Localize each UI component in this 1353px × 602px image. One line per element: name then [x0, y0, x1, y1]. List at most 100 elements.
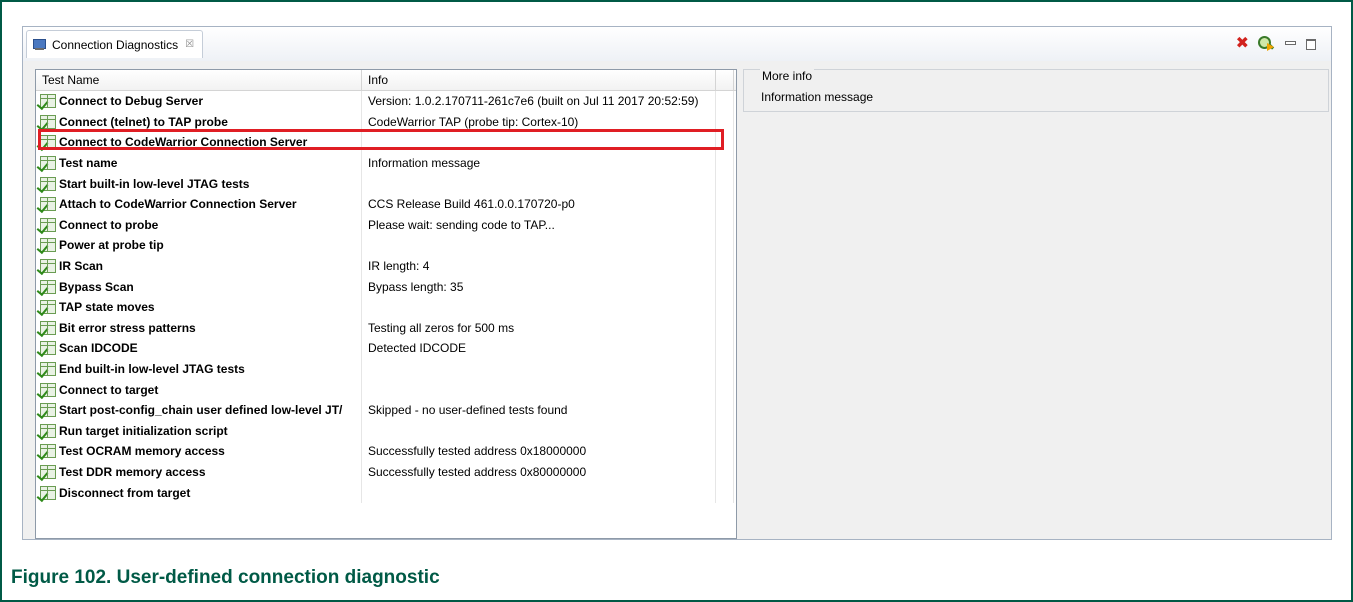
info-cell: IR length: 4	[362, 255, 716, 277]
filler-cell	[716, 235, 734, 256]
table-row[interactable]: End built-in low-level JTAG tests	[36, 358, 736, 380]
table-row[interactable]: Bit error stress patterns Testing all zer…	[36, 317, 736, 339]
filler-cell	[716, 420, 734, 442]
test-name-label: Scan IDCODE	[59, 341, 138, 356]
info-cell: Please wait: sending code to TAP...	[362, 214, 716, 236]
info-cell: Testing all zeros for 500 ms	[362, 317, 716, 339]
info-cell: CodeWarrior TAP (probe tip: Cortex-10)	[362, 111, 716, 133]
table-row[interactable]: Start post-config_chain user defined low…	[36, 399, 736, 421]
filler-cell	[716, 91, 734, 112]
test-name-label: Connect to Debug Server	[59, 94, 204, 109]
table-header: Test Name Info	[36, 70, 736, 91]
table-row[interactable]: Scan IDCODE Detected IDCODE	[36, 338, 736, 359]
test-name-cell: Test DDR memory access	[36, 461, 362, 483]
filler-cell	[716, 482, 734, 503]
table-row[interactable]: Test OCRAM memory access Successfully tes…	[36, 441, 736, 462]
filler-cell	[716, 255, 734, 277]
table-row[interactable]: Power at probe tip	[36, 235, 736, 256]
view-toolbar: ✖	[1236, 33, 1317, 55]
info-cell: Skipped - no user-defined tests found	[362, 399, 716, 421]
test-passed-icon	[36, 362, 56, 379]
filler-cell	[716, 173, 734, 194]
table-row[interactable]: Connect to Debug Server Version: 1.0.2.17…	[36, 91, 736, 112]
test-name-cell: Connect to Debug Server	[36, 91, 362, 112]
test-passed-icon	[36, 423, 56, 440]
test-name-label: Connect to target	[59, 382, 159, 397]
test-name-cell: IR Scan	[36, 255, 362, 277]
test-passed-icon	[36, 382, 56, 399]
table-row[interactable]: Start built-in low-level JTAG tests	[36, 173, 736, 194]
filler-cell	[716, 317, 734, 339]
test-name-cell: Bypass Scan	[36, 276, 362, 297]
test-name-label: Bit error stress patterns	[59, 320, 196, 335]
test-name-label: Start post-config_chain user defined low…	[59, 403, 343, 418]
table-row[interactable]: Disconnect from target	[36, 482, 736, 503]
table-row[interactable]: IR Scan IR length: 4	[36, 255, 736, 277]
column-header-info[interactable]: Info	[362, 70, 716, 90]
filler-cell	[716, 193, 734, 215]
tab-label: Connection Diagnostics	[52, 37, 179, 52]
table-row[interactable]: Connect to probe Please wait: sending cod…	[36, 214, 736, 236]
test-passed-icon	[36, 300, 56, 317]
monitor-icon	[33, 39, 46, 50]
filler-cell	[716, 379, 734, 400]
test-name-cell: Start built-in low-level JTAG tests	[36, 173, 362, 194]
test-name-label: Run target initialization script	[59, 423, 228, 438]
test-passed-icon	[36, 259, 56, 276]
remove-icon[interactable]: ✖	[1236, 36, 1249, 52]
table-body: Connect to Debug Server Version: 1.0.2.17…	[36, 91, 736, 503]
test-name-label: Connect to probe	[59, 217, 159, 232]
test-name-cell: Connect to target	[36, 379, 362, 400]
table-row[interactable]: Connect to target	[36, 379, 736, 400]
test-name-label: IR Scan	[59, 259, 104, 274]
test-name-cell: TAP state moves	[36, 296, 362, 318]
info-cell	[362, 173, 716, 194]
test-name-cell: Run target initialization script	[36, 420, 362, 442]
table-row[interactable]: Run target initialization script	[36, 420, 736, 442]
more-info-title: More info	[760, 69, 815, 83]
test-name-label: Connect to CodeWarrior Connection Server	[59, 135, 308, 150]
table-row[interactable]: Connect (telnet) to TAP probe CodeWarrior…	[36, 111, 736, 133]
test-passed-icon	[36, 217, 56, 234]
test-passed-icon	[36, 464, 56, 482]
test-name-label: Test OCRAM memory access	[59, 444, 225, 459]
info-cell	[362, 482, 716, 503]
run-diagnostics-icon[interactable]	[1258, 35, 1275, 53]
maximize-icon[interactable]	[1305, 38, 1317, 50]
minimize-icon[interactable]	[1284, 38, 1296, 50]
test-name-label: Test DDR memory access	[59, 464, 206, 479]
diagnostics-table: Test Name Info Connect to Debug Server Ve…	[35, 69, 737, 539]
test-name-cell: Scan IDCODE	[36, 338, 362, 359]
test-name-label: Bypass Scan	[59, 279, 134, 294]
test-name-label: Attach to CodeWarrior Connection Server	[59, 197, 297, 212]
test-passed-icon	[36, 320, 56, 337]
table-row[interactable]: Bypass Scan Bypass length: 35	[36, 276, 736, 297]
filler-cell	[716, 338, 734, 359]
tab-connection-diagnostics[interactable]: Connection Diagnostics ☒	[26, 30, 204, 58]
test-passed-icon	[36, 176, 56, 193]
test-passed-icon	[36, 156, 56, 173]
column-header-test-name[interactable]: Test Name	[36, 70, 362, 90]
info-cell: Version: 1.0.2.170711-261c7e6 (built on …	[362, 91, 716, 112]
info-cell	[362, 235, 716, 256]
info-cell	[362, 358, 716, 380]
table-row[interactable]: Test name Information message	[36, 152, 736, 174]
more-info-group: More info Information message	[743, 69, 1329, 112]
info-cell: Detected IDCODE	[362, 338, 716, 359]
view-title-bar: Connection Diagnostics ☒ ✖	[23, 27, 1331, 61]
filler-cell	[716, 358, 734, 380]
table-row[interactable]: Attach to CodeWarrior Connection Server C…	[36, 193, 736, 215]
test-name-cell: Power at probe tip	[36, 235, 362, 256]
info-cell: CCS Release Build 461.0.0.170720-p0	[362, 193, 716, 215]
table-row[interactable]: Connect to CodeWarrior Connection Server	[36, 132, 736, 153]
info-cell: Information message	[362, 152, 716, 174]
table-row[interactable]: Test DDR memory access Successfully teste…	[36, 461, 736, 483]
test-passed-icon	[36, 279, 56, 296]
filler-cell	[716, 296, 734, 318]
test-passed-icon	[36, 114, 56, 131]
test-passed-icon	[36, 403, 56, 420]
filler-cell	[716, 152, 734, 174]
filler-cell	[716, 441, 734, 462]
close-tab-icon[interactable]: ☒	[185, 39, 194, 50]
table-row[interactable]: TAP state moves	[36, 296, 736, 318]
